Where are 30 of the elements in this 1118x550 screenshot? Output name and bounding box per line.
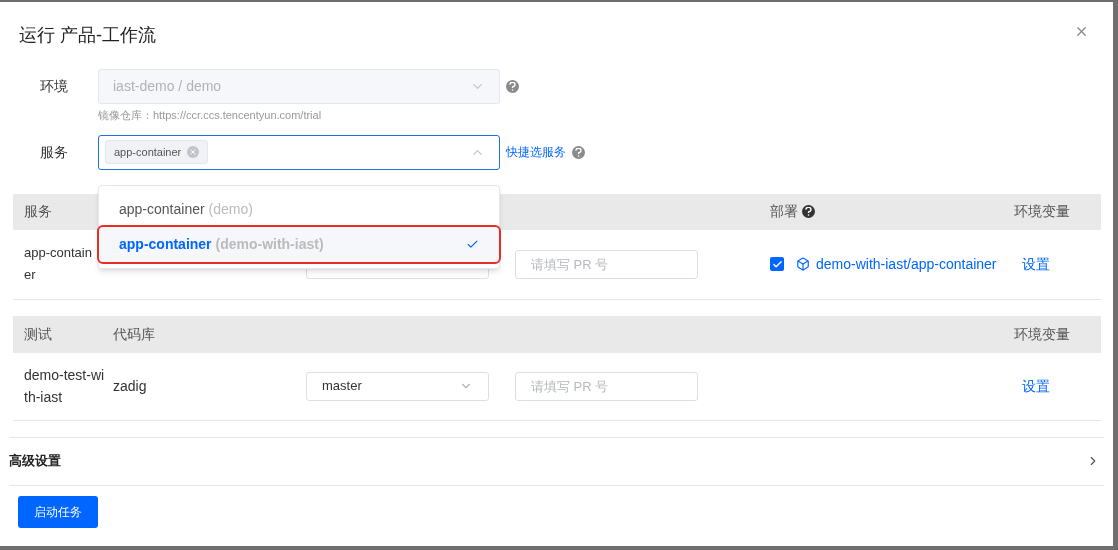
dropdown-option[interactable]: app-container (demo-with-iast) bbox=[99, 226, 499, 262]
registry-hint: 镜像仓库：https://ccr.ccs.tencentyun.com/trial bbox=[98, 108, 323, 123]
env-vars-link[interactable]: 设置 bbox=[1004, 375, 1101, 397]
column-header: 测试 bbox=[23, 324, 53, 344]
env-vars-link[interactable]: 设置 bbox=[1004, 253, 1101, 275]
field-label: 服务 bbox=[40, 142, 69, 162]
table-cell-text: demo-test-with-iast bbox=[23, 366, 106, 407]
pr-input-field[interactable]: 请填写 PR 号 bbox=[515, 249, 698, 279]
dropdown-option[interactable]: app-container (demo) bbox=[99, 191, 499, 227]
column-header: 环境变量 bbox=[1013, 202, 1071, 221]
table-cell-text: zadig bbox=[112, 376, 148, 396]
quick-select-link[interactable]: 快捷选服务 bbox=[506, 143, 566, 161]
dialog-title: 运行 产品-工作流 bbox=[19, 24, 156, 47]
service-select[interactable]: app-container bbox=[98, 134, 500, 170]
close-icon[interactable] bbox=[1074, 24, 1089, 39]
service-tag: app-container bbox=[105, 140, 209, 164]
start-task-button[interactable]: 启动任务 bbox=[18, 495, 98, 528]
cube-icon bbox=[796, 257, 810, 271]
column-header: 服务 bbox=[23, 202, 53, 221]
deploy-checkbox[interactable] bbox=[770, 257, 784, 271]
table-cell-text: app-container bbox=[24, 244, 93, 284]
deploy-target-link[interactable]: demo-with-iast/app-container bbox=[816, 253, 997, 275]
column-header: 部署 bbox=[770, 202, 798, 221]
help-icon[interactable] bbox=[802, 205, 815, 218]
branch-select[interactable]: master bbox=[306, 371, 489, 401]
column-header: 环境变量 bbox=[1013, 324, 1071, 344]
pr-input-field[interactable]: 请填写 PR 号 bbox=[515, 371, 698, 401]
field-label: 环境 bbox=[40, 77, 69, 96]
column-header: 代码库 bbox=[112, 324, 156, 344]
advanced-settings-row[interactable]: 高级设置 bbox=[9, 436, 1104, 486]
